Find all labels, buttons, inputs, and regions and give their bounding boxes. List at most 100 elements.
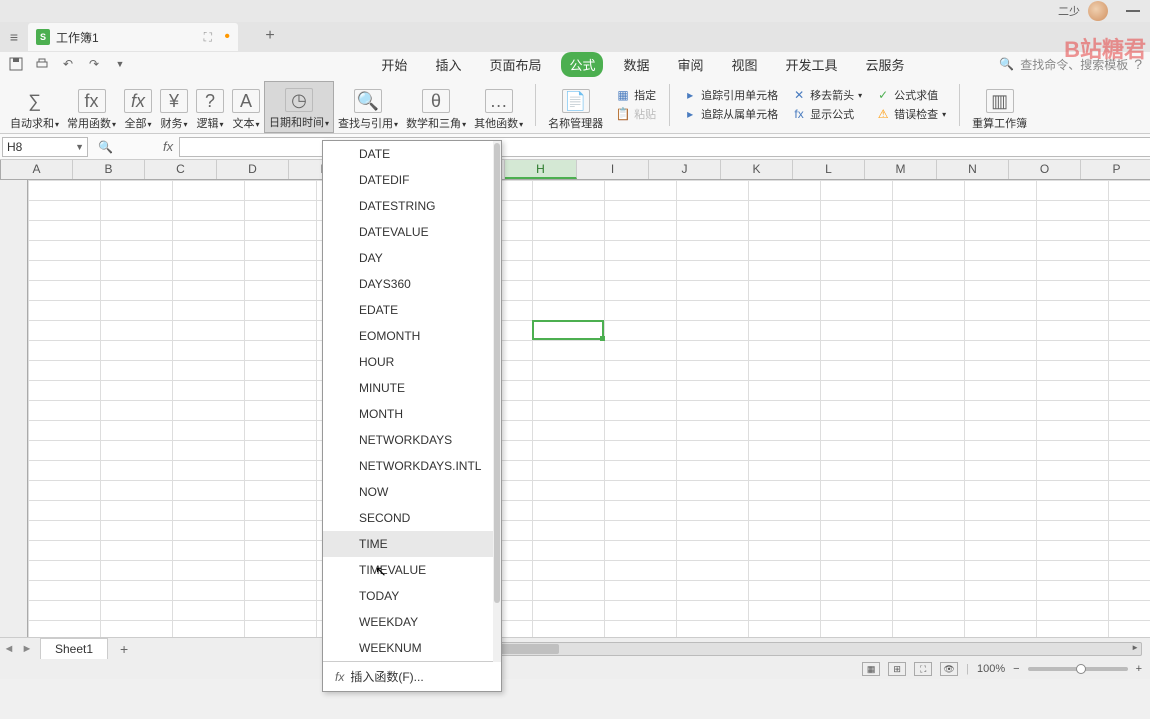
dropdown-item[interactable]: WEEKDAY: [323, 609, 501, 635]
menu-data[interactable]: 数据: [615, 52, 657, 77]
fn-search-icon[interactable]: 🔍: [98, 140, 113, 154]
view-normal-icon[interactable]: ▦: [862, 662, 880, 676]
column-header[interactable]: A: [1, 160, 73, 179]
dropdown-item[interactable]: EOMONTH: [323, 323, 501, 349]
text-fn-button[interactable]: A文本▾: [228, 81, 264, 133]
sheet-tab[interactable]: Sheet1: [40, 638, 108, 659]
namebox-dropdown-icon[interactable]: ▼: [75, 142, 84, 152]
common-fn-button[interactable]: fx常用函数▾: [63, 81, 120, 133]
menu-view[interactable]: 视图: [724, 52, 766, 77]
trace-precedents-button[interactable]: ▸追踪引用单元格: [680, 86, 781, 104]
zoom-in-button[interactable]: +: [1136, 663, 1142, 675]
document-tab[interactable]: 工作簿1 ⛶ •: [28, 23, 238, 51]
dropdown-item[interactable]: TIME: [323, 531, 501, 557]
new-tab-button[interactable]: +: [258, 25, 282, 49]
trace-dependents-button[interactable]: ▸追踪从属单元格: [680, 105, 781, 123]
sheet-nav-prev[interactable]: ◄: [0, 643, 18, 655]
column-header[interactable]: O: [1009, 160, 1081, 179]
dropdown-item[interactable]: MONTH: [323, 401, 501, 427]
sheet-tab-label: Sheet1: [55, 642, 93, 656]
column-header[interactable]: N: [937, 160, 1009, 179]
search-placeholder[interactable]: 查找命令、搜索模板: [1020, 56, 1128, 73]
column-header[interactable]: K: [721, 160, 793, 179]
redo-icon[interactable]: ↷: [86, 56, 102, 72]
menu-devtools[interactable]: 开发工具: [778, 52, 846, 77]
column-header[interactable]: I: [577, 160, 649, 179]
math-fn-button[interactable]: θ数学和三角▾: [402, 81, 470, 133]
menu-review[interactable]: 审阅: [670, 52, 712, 77]
name-box[interactable]: H8 ▼: [2, 137, 88, 157]
dropdown-item[interactable]: DATESTRING: [323, 193, 501, 219]
dropdown-item[interactable]: DATEVALUE: [323, 219, 501, 245]
column-header[interactable]: D: [217, 160, 289, 179]
fx-icon[interactable]: fx: [163, 139, 173, 154]
show-formula-button[interactable]: fx显示公式: [789, 105, 857, 123]
recalc-button[interactable]: ▥重算工作簿: [968, 81, 1031, 133]
dropdown-item[interactable]: MINUTE: [323, 375, 501, 401]
dropdown-item[interactable]: DATE: [323, 141, 501, 167]
dropdown-scrollbar[interactable]: [493, 141, 501, 662]
view-pagebreak-icon[interactable]: ⊞: [888, 662, 906, 676]
evaluate-formula-button[interactable]: ✓公式求值: [873, 86, 941, 104]
error-check-button[interactable]: ⚠错误检查▾: [873, 105, 949, 123]
dropdown-item[interactable]: DAY: [323, 245, 501, 271]
ribbon: ∑自动求和▾ fx常用函数▾ fx全部▾ ¥财务▾ ?逻辑▾ A文本▾ ◷日期和…: [0, 76, 1150, 134]
dropdown-item[interactable]: HOUR: [323, 349, 501, 375]
column-header[interactable]: C: [145, 160, 217, 179]
dropdown-item[interactable]: NETWORKDAYS: [323, 427, 501, 453]
column-header[interactable]: L: [793, 160, 865, 179]
toolbar-dropdown-icon[interactable]: ▼: [112, 56, 128, 72]
dropdown-item[interactable]: NETWORKDAYS.INTL: [323, 453, 501, 479]
insert-function-footer[interactable]: fx 插入函数(F)...: [323, 661, 501, 691]
dropdown-item[interactable]: DATEDIF: [323, 167, 501, 193]
view-eye-icon[interactable]: 👁: [940, 662, 958, 676]
dropdown-item[interactable]: SECOND: [323, 505, 501, 531]
row-headers[interactable]: [0, 180, 28, 637]
app-menu-icon[interactable]: ≡: [6, 29, 22, 45]
selected-cell[interactable]: [532, 320, 604, 340]
zoom-label[interactable]: 100%: [977, 663, 1005, 675]
menu-insert[interactable]: 插入: [427, 52, 469, 77]
all-fn-button[interactable]: fx全部▾: [120, 81, 156, 133]
help-icon[interactable]: ?: [1134, 56, 1142, 72]
column-header[interactable]: P: [1081, 160, 1150, 179]
column-header[interactable]: B: [73, 160, 145, 179]
dropdown-item[interactable]: WEEKNUM: [323, 635, 501, 661]
menu-start[interactable]: 开始: [373, 52, 415, 77]
menu-cloud[interactable]: 云服务: [858, 52, 913, 77]
avatar[interactable]: [1088, 1, 1108, 21]
datetime-fn-button[interactable]: ◷日期和时间▾: [264, 81, 334, 133]
print-icon[interactable]: [34, 56, 50, 72]
dropdown-item[interactable]: TODAY: [323, 583, 501, 609]
finance-fn-button[interactable]: ¥财务▾: [156, 81, 192, 133]
zoom-slider[interactable]: [1028, 667, 1128, 671]
define-name-button[interactable]: ▦指定: [613, 86, 659, 104]
search-icon[interactable]: 🔍: [999, 57, 1014, 71]
column-header[interactable]: J: [649, 160, 721, 179]
autosum-button[interactable]: ∑自动求和▾: [6, 81, 63, 133]
sheet-nav-next[interactable]: ►: [18, 643, 36, 655]
add-sheet-button[interactable]: +: [114, 641, 134, 657]
menu-page-layout[interactable]: 页面布局: [481, 52, 549, 77]
column-header[interactable]: H: [505, 160, 577, 179]
save-icon[interactable]: [8, 56, 24, 72]
dropdown-item[interactable]: DAYS360: [323, 271, 501, 297]
tab-monitor-icon[interactable]: ⛶: [204, 30, 212, 45]
dropdown-item[interactable]: EDATE: [323, 297, 501, 323]
lookup-fn-button[interactable]: 🔍查找与引用▾: [334, 81, 402, 133]
undo-icon[interactable]: ↶: [60, 56, 76, 72]
column-header[interactable]: M: [865, 160, 937, 179]
minimize-button[interactable]: [1126, 10, 1140, 12]
view-fullscreen-icon[interactable]: ⛶: [914, 662, 932, 676]
name-manager-button[interactable]: 📄名称管理器: [544, 81, 607, 133]
dropdown-item[interactable]: TIMEVALUE: [323, 557, 501, 583]
menu-formula[interactable]: 公式: [561, 52, 603, 77]
ribbon-separator: [669, 84, 670, 126]
remove-arrows-button[interactable]: ✕移去箭头▾: [789, 86, 865, 104]
horizontal-scrollbar[interactable]: [434, 642, 1142, 656]
logic-fn-button[interactable]: ?逻辑▾: [192, 81, 228, 133]
dropdown-item[interactable]: NOW: [323, 479, 501, 505]
zoom-out-button[interactable]: −: [1013, 663, 1019, 675]
spreadsheet-grid[interactable]: [0, 180, 1150, 637]
other-fn-button[interactable]: …其他函数▾: [470, 81, 527, 133]
